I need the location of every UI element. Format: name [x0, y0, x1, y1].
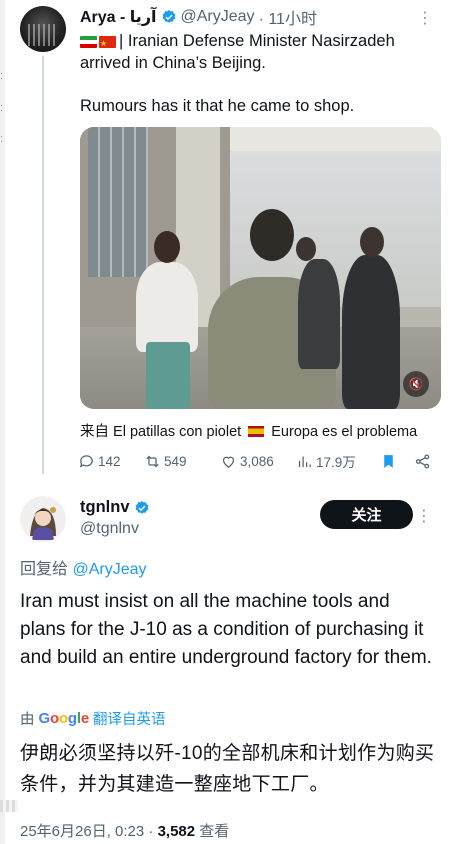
source-account[interactable]: El patillas con piolet — [113, 424, 241, 440]
thread-line — [42, 56, 44, 474]
spain-flag-icon — [248, 426, 265, 437]
tweet-header: Arya - آریا @AryJeay · 11小时 — [80, 6, 420, 28]
like-count: 3,086 — [240, 453, 274, 469]
repost-icon — [146, 455, 159, 467]
figure — [136, 262, 198, 352]
more-options-icon[interactable]: ⋮ — [417, 8, 433, 28]
figure — [146, 342, 190, 409]
like-button[interactable]: 3,086 — [220, 453, 296, 470]
verified-badge-icon — [135, 500, 148, 514]
source-prefix: 来自 — [80, 424, 109, 440]
repost-count: 549 — [164, 453, 187, 469]
reply-prefix: 回复给 — [20, 561, 69, 578]
action-bar: 142 549 3,086 17.9万 — [78, 450, 448, 472]
blur-patch — [0, 800, 18, 812]
reply-handle-link[interactable]: @AryJeay — [72, 561, 146, 578]
more-options-icon[interactable]: ⋮ — [416, 506, 432, 526]
display-name[interactable]: tgnlnv — [80, 498, 154, 517]
translation-attribution: 由 Google 翻译自英语 — [20, 708, 166, 729]
tweet-text-line2: Rumours has it that he came to shop. — [80, 97, 355, 115]
verified-badge-icon — [162, 10, 175, 23]
figure — [296, 237, 316, 261]
display-name[interactable]: Arya - آریا — [80, 7, 157, 27]
share-button[interactable] — [414, 453, 431, 470]
bookmark-icon — [384, 454, 393, 468]
share-icon — [415, 453, 430, 469]
reply-button[interactable]: 142 — [78, 453, 144, 470]
view-label: 查看 — [199, 823, 230, 840]
avatar[interactable] — [20, 6, 66, 52]
display-name-text[interactable]: tgnlnv — [80, 498, 130, 517]
iran-flag-icon — [80, 36, 97, 48]
repost-button[interactable]: 549 — [144, 453, 220, 470]
figure — [298, 259, 340, 369]
bookmark-button[interactable] — [380, 453, 414, 470]
view-count: 17.9万 — [316, 455, 356, 470]
replying-to: 回复给 @AryJeay — [20, 555, 147, 579]
translated-by-prefix: 由 — [20, 712, 35, 728]
figure — [342, 255, 400, 409]
tweet-text: Iran must insist on all the machine tool… — [20, 591, 432, 668]
anime-avatar-icon — [20, 496, 66, 542]
reply-count: 142 — [98, 453, 121, 469]
handle[interactable]: @AryJeay — [181, 8, 255, 26]
source-suffix: Europa es el problema — [271, 424, 418, 440]
post-date[interactable]: 25年6月26日, 0:23 · — [20, 823, 153, 840]
figure — [250, 209, 294, 261]
tweet-meta: 25年6月26日, 0:23 · 3,582 查看 — [20, 820, 229, 841]
views-button[interactable]: 17.9万 — [296, 451, 380, 471]
timestamp[interactable]: · 11小时 — [259, 5, 317, 29]
figure — [154, 231, 180, 263]
tweet-text: | Iranian Defense Minister Nasirzadeh ar… — [80, 30, 430, 74]
reply-icon — [79, 454, 93, 468]
views-icon — [298, 456, 311, 467]
figure — [360, 227, 384, 257]
follow-button[interactable]: 关注 — [320, 500, 413, 529]
china-flag-icon — [99, 33, 116, 55]
translate-link[interactable]: 翻译自英语 — [93, 708, 166, 729]
video-thumbnail[interactable]: 🔇 — [80, 127, 441, 409]
tweet-text-line1: | Iranian Defense Minister Nasirzadeh ar… — [80, 32, 395, 72]
avatar[interactable] — [20, 496, 66, 542]
mute-icon[interactable]: 🔇 — [403, 371, 429, 397]
flag-icons — [80, 33, 116, 55]
view-count: 3,582 — [157, 823, 196, 840]
heart-icon — [222, 456, 235, 468]
translated-text: 伊朗必须坚持以歼-10的全部机床和计划作为购买条件，并为其建造一整座地下工厂。 — [20, 743, 435, 795]
original-tweet[interactable]: Arya - آریا @AryJeay · 11小时 ⋮ | Iranian … — [0, 0, 454, 480]
handle[interactable]: @tgnlnv — [80, 520, 139, 538]
google-logo-icon: Google — [38, 710, 90, 727]
source-attribution: 来自 El patillas con piolet Europa es el p… — [80, 420, 450, 441]
